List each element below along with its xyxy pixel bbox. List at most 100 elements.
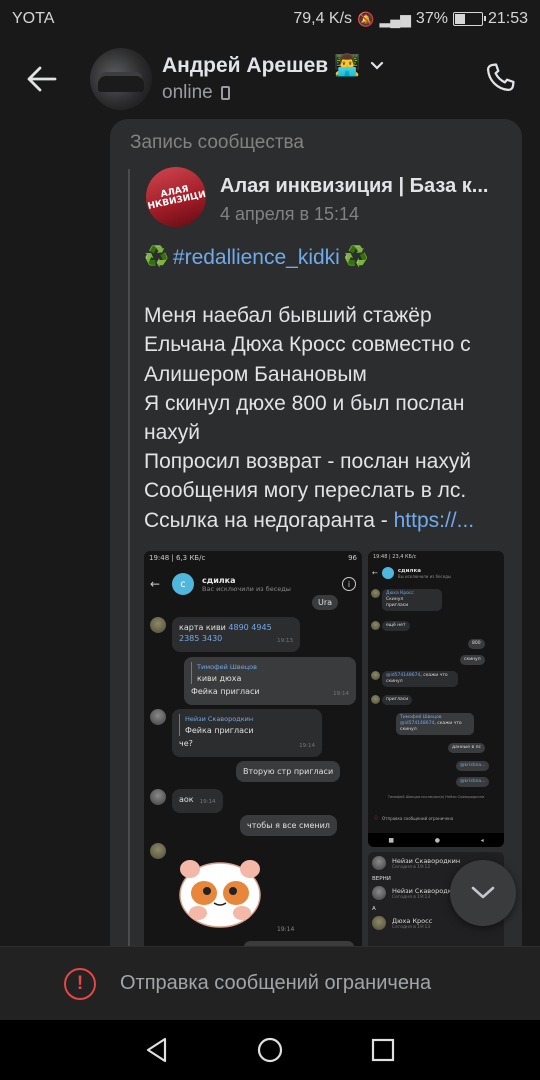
- mini-nav-home-icon: ●: [434, 836, 440, 844]
- post-text: ♻️ #redallience_kidki ♻️ Меня наебал быв…: [144, 243, 514, 535]
- mini-avatar: [372, 886, 386, 900]
- link-lead-text: Ссылка на недогаранта -: [144, 508, 394, 532]
- mini-avatar: [371, 589, 380, 598]
- mini-reply-author: Тимофей Швецов: [197, 663, 257, 671]
- attachment-photo-1[interactable]: 19:48 | 6,3 КБ/с 96 ← с сдилка Вас исклю…: [144, 551, 362, 949]
- mini-msg-text: пригласи: [386, 603, 409, 608]
- mini-reply-author: Нейзи Скавородкин: [185, 715, 254, 723]
- contact-status: online: [162, 82, 213, 103]
- signal-icon: ▂▄▆: [379, 10, 411, 27]
- mini-chat-subtitle: Вы исключили из беседы: [397, 573, 452, 579]
- mini-mention: @kristinа...: [460, 763, 486, 768]
- mini-back-icon: ←: [372, 569, 378, 577]
- external-link[interactable]: https://...: [394, 509, 475, 532]
- mini-limit-notice: ⓘ Отправка сообщений ограничена: [374, 815, 453, 821]
- mini-msg: 800: [468, 639, 485, 649]
- alert-circle-icon: !: [64, 967, 96, 1000]
- status-bar: YOTA 79,4 K/s 🔕 ▂▄▆ 37% 21:53: [0, 0, 540, 38]
- mini-avatar: [372, 856, 386, 870]
- contact-info[interactable]: Андрей Арешев 👨‍💻 online: [162, 54, 384, 104]
- post-line: Ельчана Дюха Кросс совместно с: [144, 333, 471, 357]
- recycle-icon: ♻️: [144, 246, 169, 268]
- mini-reply-msg: Тимофей Швецов @id574148674, скажи что с…: [396, 713, 474, 735]
- square-recents-icon: [372, 1038, 395, 1062]
- mini-comment: Нейзи Скавородкин Сегодня в 19:12: [372, 856, 460, 870]
- message-bubble[interactable]: Запись сообщества АЛАЯ ИНКВИЗИЦИЯ Алая и…: [110, 119, 522, 949]
- mini-time: 19:48 | 6,3 КБ/с: [149, 554, 206, 562]
- mini-battery: 96: [348, 554, 357, 562]
- chevron-down-icon: [471, 886, 495, 899]
- mini-system-msg: Тимофей Швецов исключил(а) Нейзи Скаворо…: [387, 795, 485, 799]
- community-avatar[interactable]: АЛАЯ ИНКВИЗИЦИЯ: [146, 167, 206, 227]
- nav-back-button[interactable]: [137, 1030, 177, 1070]
- mini-time: 19:48 | 23,4 КБ/с: [373, 554, 417, 560]
- mini-comment-author: Нейзи Скавородкин: [392, 856, 461, 865]
- mini-msg: @id574148674, скажи что скинул: [382, 671, 458, 687]
- battery-percent: 37%: [415, 10, 448, 27]
- mini-reply-quote: киви дюха: [197, 674, 242, 683]
- back-button[interactable]: [12, 49, 72, 109]
- mini-chat-header: ← сдилка Вы исключили из беседы: [372, 563, 500, 583]
- recycle-icon: ♻️: [343, 246, 369, 268]
- community-name[interactable]: Алая инквизиция | База к...: [220, 175, 510, 198]
- triangle-back-icon: [146, 1037, 166, 1063]
- contact-avatar[interactable]: [90, 48, 152, 110]
- mini-alert-icon: ⓘ: [374, 815, 378, 820]
- post-line: Сообщения могу переслать в лс.: [144, 479, 467, 503]
- contact-name: Андрей Арешев: [162, 54, 329, 77]
- mini-reply-msg: Тимофей Швецов киви дюха Фейка пригласи 1…: [184, 657, 356, 705]
- post-line: Меня наебал бывший стажёр: [144, 304, 432, 328]
- call-button[interactable]: [478, 56, 522, 100]
- nav-home-button[interactable]: [250, 1030, 290, 1070]
- status-icons: 79,4 K/s 🔕 ▂▄▆ 37% 21:53: [293, 10, 528, 28]
- scroll-down-button[interactable]: [450, 860, 516, 926]
- mini-msg: Ura: [312, 595, 339, 610]
- battery-icon: [452, 12, 486, 26]
- mini-msg-time: 19:13: [277, 638, 293, 644]
- mini-msg: Дюха Кросс Скинул пригласи: [382, 589, 442, 611]
- post-line: Алишером Банановым: [144, 362, 367, 386]
- mini-msg-time: 19:14: [277, 926, 295, 933]
- mini-msg-text: че?: [179, 739, 193, 748]
- mini-msg-time: 19:14: [333, 691, 349, 697]
- mini-reply-msg: Нейзи Скавородкин Фейка пригласи че? 19:1…: [172, 709, 322, 757]
- post-line-with-link: Ссылка на недогаранта - https://...: [144, 506, 514, 535]
- mini-comment-text: ВЕРНИ: [372, 876, 391, 882]
- mini-chat-subtitle: Вас исключили из беседы: [202, 584, 291, 593]
- mute-icon: 🔕: [357, 10, 375, 27]
- mobile-icon: [220, 86, 230, 100]
- messaging-restricted-banner: ! Отправка сообщений ограничена: [0, 946, 540, 1020]
- carrier-label: YOTA: [12, 10, 55, 27]
- mini-msg: чтобы я все сменил: [240, 815, 337, 836]
- post-date: 4 апреля в 15:14: [220, 204, 360, 224]
- mini-msg-text: Фейка пригласи: [191, 687, 260, 696]
- post-line: нахуй: [144, 420, 201, 444]
- mini-msg: аок 19:14: [172, 789, 223, 813]
- mini-comment-text: А: [372, 906, 376, 912]
- mini-msg-text: карта киви: [179, 623, 229, 632]
- mini-avatar: [150, 709, 166, 725]
- mini-avatar: [372, 916, 386, 930]
- repost-label: Запись сообщества: [130, 132, 304, 153]
- attachment-photo-2[interactable]: 19:48 | 23,4 КБ/с ← сдилка Вы исключили …: [368, 551, 504, 847]
- mini-nav-bar: ■ ● ◂: [368, 833, 504, 847]
- name-emoji: 👨‍💻: [334, 54, 361, 77]
- repost-quote-line: [128, 169, 130, 949]
- nav-recents-button[interactable]: [363, 1030, 403, 1070]
- mini-msg-text: аок: [179, 795, 194, 804]
- mini-msg: пригласи: [382, 695, 413, 705]
- mini-limit-text: Отправка сообщений ограничена: [382, 815, 454, 821]
- mini-reply-quote: Фейка пригласи: [185, 726, 254, 735]
- restriction-text: Отправка сообщений ограничена: [120, 972, 432, 994]
- mini-msg: ещё нет: [382, 621, 410, 631]
- chevron-down-icon[interactable]: [370, 58, 384, 74]
- hashtag-link[interactable]: #redallience_kidki: [173, 243, 340, 272]
- mini-msg: Вторую стр пригласи: [236, 761, 341, 782]
- circle-home-icon: [257, 1037, 283, 1063]
- mini-msg: @kristinа...: [456, 761, 490, 771]
- mini-comment: Нейзи Скавородкин Сегодня в 19:13: [372, 886, 460, 900]
- community-avatar-text: АЛАЯ ИНКВИЗИЦИЯ: [146, 184, 206, 214]
- hamster-sticker: [179, 860, 261, 928]
- mini-chat-avatar: с: [172, 573, 194, 595]
- mini-avatar: [150, 789, 166, 805]
